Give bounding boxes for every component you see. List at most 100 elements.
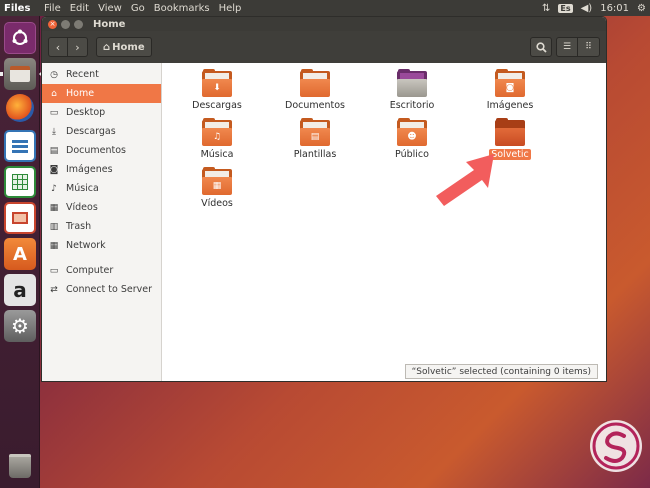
videos-folder-icon: ▦: [202, 167, 232, 195]
sidebar-item-label: Home: [66, 88, 95, 99]
files-icon[interactable]: [4, 58, 36, 90]
trash-icon[interactable]: [4, 450, 36, 482]
clock[interactable]: 16:01: [600, 3, 629, 14]
path-home-label: Home: [112, 41, 145, 53]
video-icon: ▦: [49, 202, 59, 213]
status-bar: “Solvetic” selected (containing 0 items): [404, 364, 598, 379]
folder-icon: [495, 118, 525, 146]
sidebar-item-trash[interactable]: ▥ Trash: [42, 217, 161, 236]
file-label: Documentos: [285, 100, 345, 111]
sidebar-item-desktop[interactable]: ▭ Desktop: [42, 103, 161, 122]
path-home-button[interactable]: ⌂ Home: [96, 37, 152, 57]
app-name: Files: [4, 2, 31, 14]
minimize-button[interactable]: [61, 19, 70, 29]
pictures-folder-icon: ◙: [495, 69, 525, 97]
file-label: Descargas: [192, 100, 242, 111]
desktop-folder-icon: [397, 69, 427, 97]
firefox-icon[interactable]: [6, 94, 34, 122]
content: ◷ Recent ⌂ Home ▭ Desktop ⤓ Descargas ▤ Docum…: [42, 63, 606, 381]
public-folder-icon: ☻: [397, 118, 427, 146]
files-window: × Home ‹ › ⌂ Home ☰ ⠿ ◷ Recent ⌂ Home ▭ Des…: [41, 16, 607, 382]
list-view-button[interactable]: ☰: [556, 37, 578, 57]
menu-view[interactable]: View: [98, 3, 122, 14]
search-button[interactable]: [530, 37, 552, 57]
window-title: Home: [93, 18, 126, 30]
music-icon: ♪: [51, 183, 57, 194]
search-icon: [535, 41, 547, 53]
menu-edit[interactable]: Edit: [70, 3, 89, 14]
slide-icon: [12, 212, 28, 224]
volume-icon[interactable]: ◀): [581, 3, 593, 14]
sidebar-item-imagenes[interactable]: ◙ Imágenes: [42, 160, 161, 179]
impress-icon[interactable]: [4, 202, 36, 234]
sidebar-item-label: Network: [66, 240, 106, 251]
sidebar-item-documentos[interactable]: ▤ Documentos: [42, 141, 161, 160]
sidebar-item-network[interactable]: ▦ Network: [42, 236, 161, 255]
menu-bookmarks[interactable]: Bookmarks: [154, 3, 210, 14]
amazon-icon[interactable]: a: [4, 274, 36, 306]
sidebar-item-home[interactable]: ⌂ Home: [42, 84, 161, 103]
menu-go[interactable]: Go: [131, 3, 145, 14]
network-arrows-icon[interactable]: ⇅: [542, 3, 550, 14]
drawer-icon: [10, 66, 30, 82]
system-tray: ⇅ Es ◀) 16:01 ⚙: [542, 3, 650, 14]
sidebar-item-videos[interactable]: ▦ Vídeos: [42, 198, 161, 217]
file-label: Música: [200, 149, 234, 160]
file-item-videos[interactable]: ▦ Vídeos: [172, 167, 262, 209]
system-settings-icon[interactable]: ⚙: [4, 310, 36, 342]
file-label: Escritorio: [389, 100, 435, 111]
sidebar-item-label: Imágenes: [66, 164, 113, 175]
launcher: A a ⚙: [0, 16, 43, 488]
ubuntu-circle-icon: [12, 29, 28, 45]
forward-button[interactable]: ›: [68, 37, 88, 57]
menu-file[interactable]: File: [44, 3, 61, 14]
sidebar-item-descargas[interactable]: ⤓ Descargas: [42, 122, 161, 141]
sidebar-item-label: Música: [66, 183, 99, 194]
sidebar-item-label: Desktop: [66, 107, 106, 118]
top-panel: Files File Edit View Go Bookmarks Help ⇅…: [0, 0, 650, 16]
solvetic-watermark-icon: [590, 420, 642, 472]
back-button[interactable]: ‹: [48, 37, 68, 57]
sidebar-item-recent[interactable]: ◷ Recent: [42, 65, 161, 84]
templates-folder-icon: ▤: [300, 118, 330, 146]
file-item-imagenes[interactable]: ◙ Imágenes: [465, 69, 555, 111]
maximize-button[interactable]: [74, 19, 83, 29]
keyboard-layout-indicator[interactable]: Es: [558, 3, 573, 13]
ubuntu-logo-icon[interactable]: [4, 22, 36, 54]
clock-icon: ◷: [50, 69, 58, 80]
file-item-plantillas[interactable]: ▤ Plantillas: [270, 118, 360, 160]
file-label: Público: [395, 149, 429, 160]
file-item-musica[interactable]: ♫ Música: [172, 118, 262, 160]
trash-icon: ▥: [49, 221, 59, 232]
power-gear-icon[interactable]: ⚙: [637, 3, 646, 14]
grid-icon: ⠿: [585, 42, 592, 52]
writer-icon[interactable]: [4, 130, 36, 162]
grid-icon: [12, 174, 28, 190]
file-label: Vídeos: [201, 198, 233, 209]
file-item-escritorio[interactable]: Escritorio: [367, 69, 457, 111]
list-icon: ☰: [562, 42, 572, 52]
document-icon: ▤: [49, 145, 59, 156]
file-item-documentos[interactable]: Documentos: [270, 69, 360, 111]
trash-bin-icon: [9, 454, 31, 478]
menu-help[interactable]: Help: [219, 3, 242, 14]
calc-icon[interactable]: [4, 166, 36, 198]
file-view: ⬇ Descargas Documentos Escritorio ◙ Imág…: [162, 63, 606, 381]
annotation-arrow-icon: [436, 154, 494, 206]
text-lines-icon: [12, 139, 28, 143]
sidebar-item-connect-to-server[interactable]: ⇄ Connect to Server: [42, 280, 161, 299]
home-icon: ⌂: [51, 88, 57, 99]
home-icon: ⌂: [103, 41, 111, 53]
file-item-descargas[interactable]: ⬇ Descargas: [172, 69, 262, 111]
download-icon: ⤓: [52, 126, 56, 137]
software-center-icon[interactable]: A: [4, 238, 36, 270]
sidebar-item-musica[interactable]: ♪ Música: [42, 179, 161, 198]
sidebar-item-computer[interactable]: ▭ Computer: [42, 261, 161, 280]
file-label: Imágenes: [486, 100, 534, 111]
toolbar-right: ☰ ⠿: [530, 37, 600, 57]
view-toggle: ☰ ⠿: [556, 37, 600, 57]
chevron-right-icon: ›: [75, 40, 80, 54]
grid-view-button[interactable]: ⠿: [578, 37, 600, 57]
documents-folder-icon: [300, 69, 330, 97]
close-button[interactable]: ×: [48, 19, 57, 29]
